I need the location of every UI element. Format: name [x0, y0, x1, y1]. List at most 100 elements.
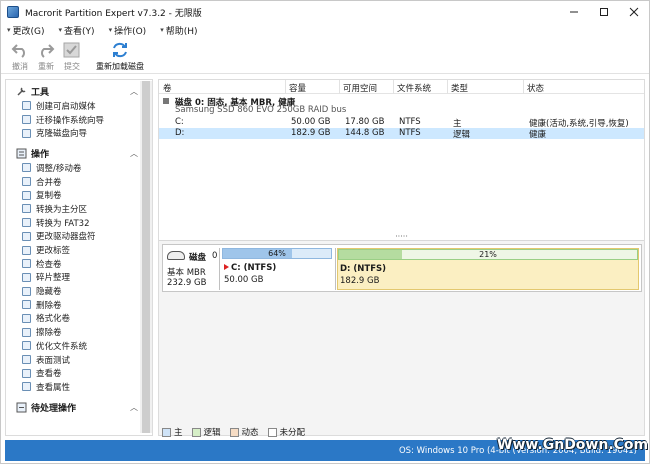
sidebar-item-migrate-os[interactable]: 迁移操作系统向导 [6, 113, 152, 127]
partition-size: 182.9 GB [340, 276, 380, 286]
column-divider[interactable] [285, 80, 286, 94]
usb-icon [22, 101, 31, 111]
sidebar-item-merge[interactable]: 合并卷 [6, 175, 152, 189]
table-row[interactable]: C: 50.00 GB 17.80 GB NTFS 主 健康(活动,系统,引导,… [159, 117, 644, 129]
tools-section-title: 工具 [31, 87, 50, 98]
sidebar-item-bootable-media[interactable]: 创建可启动媒体 [6, 99, 152, 113]
sidebar-item-resize-move[interactable]: 调整/移动卷 [6, 161, 152, 175]
menu-change[interactable]: ▾ 更改(G) [7, 24, 45, 37]
partition-name: C: (NTFS) [231, 263, 277, 273]
sidebar-item-label: 检查卷 [36, 259, 62, 270]
collapse-icon[interactable] [163, 98, 169, 104]
legend-item: 逻辑 [191, 426, 221, 438]
disk-card[interactable]: 磁盘 0 基本 MBR 232.9 GB [165, 248, 219, 290]
redo-button[interactable]: 重新 [33, 38, 59, 72]
collapse-chevron-icon[interactable]: ︿ [130, 402, 138, 413]
collapse-chevron-icon[interactable]: ︿ [130, 86, 138, 97]
optimize-icon [22, 341, 31, 351]
minimize-button[interactable] [559, 1, 589, 23]
maximize-icon [600, 8, 608, 16]
format-icon [22, 313, 31, 323]
menu-label: 更改(G) [12, 26, 45, 37]
menu-help[interactable]: ▾ 帮助(H) [160, 24, 197, 37]
left-panel-scrollbar[interactable] [140, 81, 152, 433]
tools-section-header[interactable]: 工具 ︿ [6, 83, 152, 99]
hard-disk-icon [167, 251, 185, 260]
sidebar-item-hide[interactable]: 隐藏卷 [6, 284, 152, 298]
legend-label: 动态 [241, 428, 259, 438]
menu-caret-icon: ▾ [7, 26, 11, 34]
sidebar-item-convert-primary[interactable]: 转换为主分区 [6, 202, 152, 216]
sidebar-item-label: 隐藏卷 [36, 287, 62, 298]
cell-status: 健康 [529, 130, 547, 140]
column-divider[interactable] [339, 80, 340, 94]
minimize-icon [570, 11, 578, 13]
toolbar: 撤消 重新 提交 重新加载磁盘 [1, 38, 649, 74]
commit-icon [63, 42, 81, 58]
commit-button[interactable]: 提交 [59, 38, 85, 72]
sidebar-item-surface-test[interactable]: 表面测试 [6, 353, 152, 367]
table-row-selected[interactable]: D: 182.9 GB 144.8 GB NTFS 逻辑 健康 [159, 128, 644, 140]
left-panel: 工具 ︿ 创建可启动媒体 迁移操作系统向导 克隆磁盘向导 操作 ︿ 调整/移动卷… [5, 79, 153, 436]
column-divider[interactable] [447, 80, 448, 94]
column-header-capacity[interactable]: 容量 [289, 82, 306, 94]
sidebar-item-change-label[interactable]: 更改标签 [6, 243, 152, 257]
column-header-type[interactable]: 类型 [451, 82, 468, 94]
sidebar-item-wipe[interactable]: 擦除卷 [6, 325, 152, 339]
sidebar-item-format[interactable]: 格式化卷 [6, 312, 152, 326]
pending-section-title: 待处理操作 [31, 404, 77, 415]
sidebar-item-clone-disk[interactable]: 克隆磁盘向导 [6, 126, 152, 140]
partition-block-d[interactable]: 21% D: (NTFS) 182.9 GB [337, 248, 639, 290]
sidebar-item-copy[interactable]: 复制卷 [6, 188, 152, 202]
sidebar-item-check[interactable]: 检查卷 [6, 257, 152, 271]
column-header-filesystem[interactable]: 文件系统 [397, 82, 431, 94]
properties-icon [22, 382, 31, 392]
undo-button[interactable]: 撤消 [7, 38, 33, 72]
sidebar-item-label: 优化文件系统 [36, 341, 88, 352]
menu-operation[interactable]: ▾ 操作(O) [109, 24, 147, 37]
maximize-button[interactable] [589, 1, 619, 23]
sidebar-item-convert-fat32[interactable]: 转换为 FAT32 [6, 216, 152, 230]
app-logo-icon [7, 6, 19, 18]
surface-test-icon [22, 355, 31, 365]
column-header-free[interactable]: 可用空间 [343, 82, 377, 94]
operations-section-header[interactable]: 操作 ︿ [6, 145, 152, 161]
disk-map[interactable]: 磁盘 0 基本 MBR 232.9 GB 64% C: (NTFS) 50.00… [162, 244, 642, 292]
title-bar: Macrorit Partition Expert v7.3.2 - 无限版 [1, 1, 649, 23]
column-header-status[interactable]: 状态 [527, 82, 544, 94]
scrollbar-thumb[interactable] [142, 81, 150, 433]
sidebar-item-defrag[interactable]: 碎片整理 [6, 271, 152, 285]
sidebar-item-label: 查看属性 [36, 382, 71, 393]
close-icon [629, 7, 639, 17]
sidebar-item-properties[interactable]: 查看属性 [6, 380, 152, 394]
sidebar-item-optimize-fs[interactable]: 优化文件系统 [6, 339, 152, 353]
cell-capacity: 50.00 GB [291, 117, 331, 127]
column-divider[interactable] [393, 80, 394, 94]
sidebar-item-view-volume[interactable]: 查看卷 [6, 366, 152, 380]
refresh-icon [111, 42, 129, 58]
convert-icon [22, 204, 31, 214]
sidebar-item-delete[interactable]: 删除卷 [6, 298, 152, 312]
collapse-chevron-icon[interactable]: ︿ [130, 148, 138, 159]
drive-letter-icon [22, 231, 31, 241]
column-header-volume[interactable]: 卷 [163, 82, 172, 94]
partition-block-c[interactable]: 64% C: (NTFS) 50.00 GB [222, 248, 332, 290]
label-icon [22, 245, 31, 255]
copy-icon [22, 190, 31, 200]
menu-view[interactable]: ▾ 查看(Y) [59, 24, 95, 37]
sidebar-item-label: 复制卷 [36, 191, 62, 202]
disk-model-row: Samsung SSD 860 EVO 250GB RAID bus [159, 105, 644, 116]
reload-disk-button[interactable]: 重新加载磁盘 [95, 38, 145, 72]
pending-section-header[interactable]: 待处理操作 ︿ [6, 400, 152, 416]
close-button[interactable] [619, 1, 649, 23]
undo-label: 撤消 [12, 62, 28, 71]
sidebar-item-label: 擦除卷 [36, 328, 62, 339]
cell-free: 144.8 GB [345, 128, 385, 138]
menu-label: 查看(Y) [64, 26, 95, 37]
sidebar-item-label: 创建可启动媒体 [36, 101, 96, 112]
window-title: Macrorit Partition Expert v7.3.2 - 无限版 [25, 8, 202, 19]
sidebar-item-change-letter[interactable]: 更改驱动器盘符 [6, 230, 152, 244]
column-divider[interactable] [523, 80, 524, 94]
legend-swatch [162, 427, 171, 437]
wrench-icon [17, 86, 26, 96]
